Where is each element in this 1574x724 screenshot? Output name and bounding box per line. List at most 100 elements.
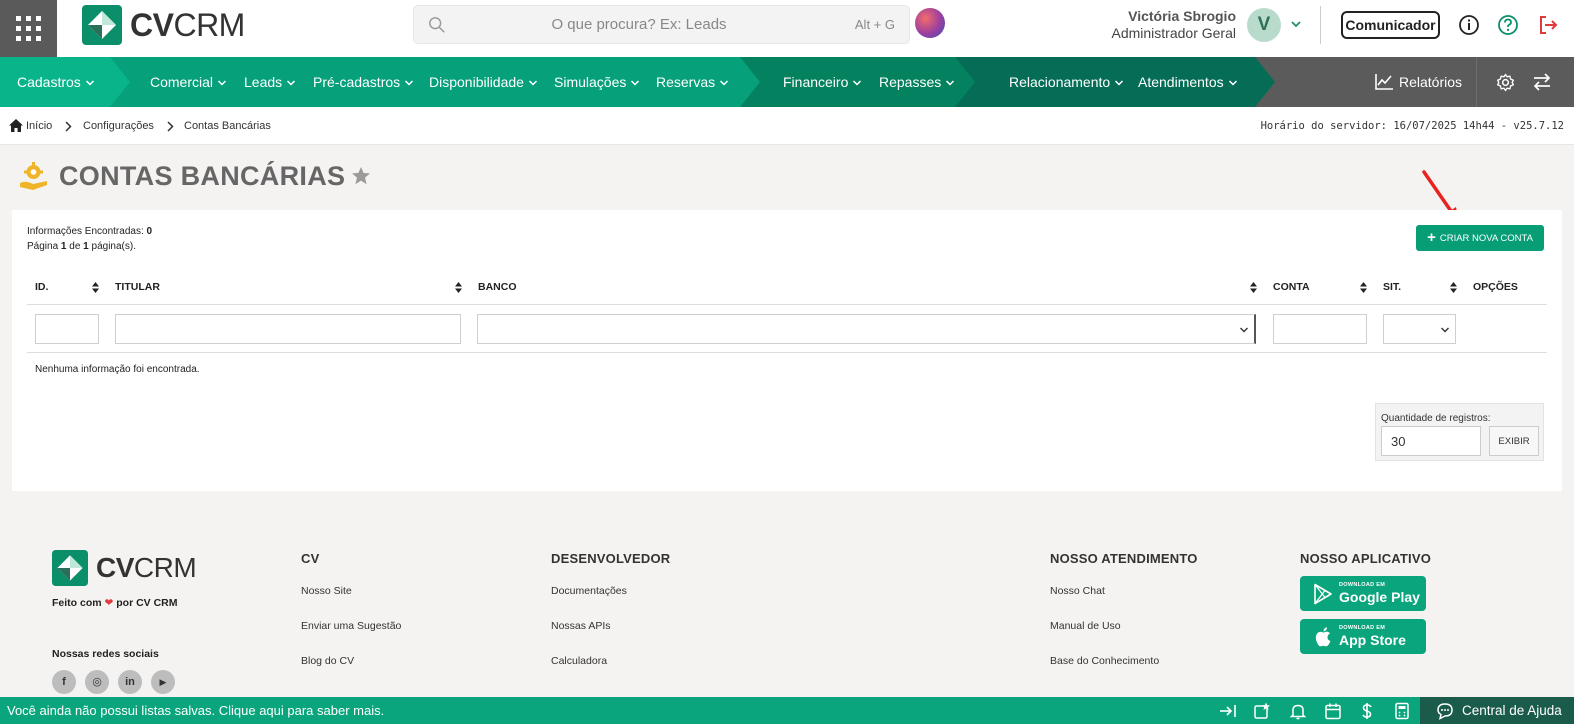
footer-link-documentacoes[interactable]: Documentações xyxy=(551,585,627,597)
filter-id-input[interactable] xyxy=(35,314,99,344)
filter-banco-select[interactable] xyxy=(477,314,1256,344)
favorite-star-icon[interactable] xyxy=(351,166,371,186)
filter-titular-input[interactable] xyxy=(115,314,461,344)
nav-divider xyxy=(1476,57,1477,107)
facebook-icon[interactable]: f xyxy=(52,670,76,694)
sort-icon[interactable] xyxy=(1360,282,1367,293)
breadcrumb-contas-bancarias: Contas Bancárias xyxy=(184,120,271,132)
heart-icon: ❤ xyxy=(104,597,114,609)
nav-leads[interactable]: Leads xyxy=(244,57,296,107)
breadcrumb-configuracoes[interactable]: Configurações xyxy=(83,120,154,132)
user-role: Administrador Geral xyxy=(1111,25,1237,41)
info-icon[interactable] xyxy=(1458,14,1480,36)
assistant-orb-icon[interactable] xyxy=(915,8,945,38)
apps-menu-button[interactable] xyxy=(0,0,57,57)
google-play-button[interactable]: DOWNLOAD EM Google Play xyxy=(1300,576,1426,611)
footer-link-nosso-site[interactable]: Nosso Site xyxy=(301,585,352,597)
nav-relatorios[interactable]: Relatórios xyxy=(1375,57,1462,107)
app-store-button[interactable]: DOWNLOAD EM App Store xyxy=(1300,619,1426,654)
calculator-icon[interactable] xyxy=(1393,702,1411,720)
bell-icon[interactable] xyxy=(1289,702,1307,720)
help-icon[interactable] xyxy=(1497,14,1519,36)
logo[interactable]: CVCRM xyxy=(82,5,245,45)
chevron-down-icon xyxy=(217,80,227,86)
records-quantity-input[interactable] xyxy=(1381,426,1481,456)
nav-pre-cadastros[interactable]: Pré-cadastros xyxy=(313,57,414,107)
nav-cadastros[interactable]: Cadastros xyxy=(17,57,95,107)
youtube-icon[interactable]: ▶ xyxy=(151,670,175,694)
help-center-label: Central de Ajuda xyxy=(1462,703,1562,718)
column-header-conta[interactable]: CONTA xyxy=(1273,281,1310,293)
avatar[interactable]: V xyxy=(1247,8,1281,42)
nav-financeiro[interactable]: Financeiro xyxy=(783,57,862,107)
footer-link-chat[interactable]: Nosso Chat xyxy=(1050,585,1105,597)
sort-icon[interactable] xyxy=(1450,282,1457,293)
column-header-situacao[interactable]: SIT. xyxy=(1383,281,1401,293)
gear-icon[interactable] xyxy=(1496,73,1515,92)
logout-icon[interactable] xyxy=(1537,14,1559,36)
footer-col-cv-title: CV xyxy=(301,551,320,566)
nav-reservas[interactable]: Reservas xyxy=(656,57,729,107)
server-time: Horário do servidor: 16/07/2025 14h44 - … xyxy=(1260,120,1564,132)
chevron-down-icon xyxy=(631,80,640,86)
comunicador-button[interactable]: Comunicador xyxy=(1341,11,1440,39)
create-account-button[interactable]: + CRIAR NOVA CONTA xyxy=(1416,225,1544,251)
top-header: CVCRM Alt + G Victória Sbrogio Administr… xyxy=(0,0,1574,57)
search-input[interactable] xyxy=(454,6,824,43)
search-icon xyxy=(429,17,445,33)
breadcrumb: Início Configurações Contas Bancárias Ho… xyxy=(0,107,1574,145)
social-title: Nossas redes sociais xyxy=(52,648,159,660)
filter-situacao-select[interactable] xyxy=(1383,314,1456,344)
column-header-banco[interactable]: BANCO xyxy=(478,281,517,293)
nav-atendimentos[interactable]: Atendimentos xyxy=(1138,57,1238,107)
filter-conta-input[interactable] xyxy=(1273,314,1367,344)
logo-text-bold: CV xyxy=(130,6,174,43)
table-header-divider xyxy=(27,304,1547,305)
show-records-button[interactable]: EXIBIR xyxy=(1489,426,1539,456)
nav-comercial[interactable]: Comercial xyxy=(150,57,227,107)
collapse-right-icon[interactable] xyxy=(1219,702,1237,720)
sort-icon[interactable] xyxy=(455,282,462,293)
cvcrm-logo-icon xyxy=(82,5,122,45)
sort-icon[interactable] xyxy=(1250,282,1257,293)
footer-link-blog[interactable]: Blog do CV xyxy=(301,655,354,667)
calendar-icon[interactable] xyxy=(1324,702,1342,720)
footer-col-app-title: NOSSO APLICATIVO xyxy=(1300,551,1432,566)
chevron-down-icon xyxy=(85,80,94,86)
nav-disponibilidade[interactable]: Disponibilidade xyxy=(429,57,538,107)
swap-icon[interactable] xyxy=(1532,72,1552,92)
nav-relacionamento[interactable]: Relacionamento xyxy=(1009,57,1124,107)
app-store-small: DOWNLOAD EM xyxy=(1339,625,1386,631)
logo-text-light: CRM xyxy=(173,6,245,43)
sort-icon[interactable] xyxy=(92,282,99,293)
nav-repasses[interactable]: Repasses xyxy=(879,57,955,107)
page-header: CONTAS BANCÁRIAS xyxy=(18,158,371,194)
cvcrm-logo-icon xyxy=(52,550,88,586)
footer-link-apis[interactable]: Nossas APIs xyxy=(551,620,611,632)
bottom-bar: Você ainda não possui listas salvas. Cli… xyxy=(0,697,1574,724)
footer-link-enviar-sugestao[interactable]: Enviar uma Sugestão xyxy=(301,620,401,632)
footer-link-base-conhecimento[interactable]: Base do Conhecimento xyxy=(1050,655,1159,667)
chevron-down-icon[interactable] xyxy=(1289,17,1303,31)
footer-link-calculadora[interactable]: Calculadora xyxy=(551,655,607,667)
footer-logo[interactable]: CVCRM xyxy=(52,550,197,586)
instagram-icon[interactable]: ◎ xyxy=(85,670,109,694)
column-header-id[interactable]: ID. xyxy=(35,281,48,293)
header-divider xyxy=(1320,6,1321,44)
linkedin-icon[interactable]: in xyxy=(118,670,142,694)
results-count: Informações Encontradas: 0 xyxy=(27,226,153,237)
breadcrumb-inicio[interactable]: Início xyxy=(26,120,52,132)
help-center-button[interactable]: Central de Ajuda xyxy=(1420,697,1574,724)
home-icon[interactable] xyxy=(9,119,23,132)
dollar-icon[interactable] xyxy=(1358,702,1376,720)
user-info[interactable]: Victória Sbrogio Administrador Geral xyxy=(1112,8,1237,41)
nav-simulacoes[interactable]: Simulações xyxy=(554,57,640,107)
footer-col-dev-title: DESENVOLVEDOR xyxy=(551,551,671,566)
column-header-titular[interactable]: TITULAR xyxy=(115,281,160,293)
search-box: Alt + G xyxy=(413,5,910,44)
table-filter-divider xyxy=(27,352,1547,353)
saved-lists-message[interactable]: Você ainda não possui listas salvas. Cli… xyxy=(7,703,384,718)
favorite-list-icon[interactable] xyxy=(1253,702,1271,720)
footer-link-manual[interactable]: Manual de Uso xyxy=(1050,620,1121,632)
plus-icon: + xyxy=(1427,229,1436,246)
